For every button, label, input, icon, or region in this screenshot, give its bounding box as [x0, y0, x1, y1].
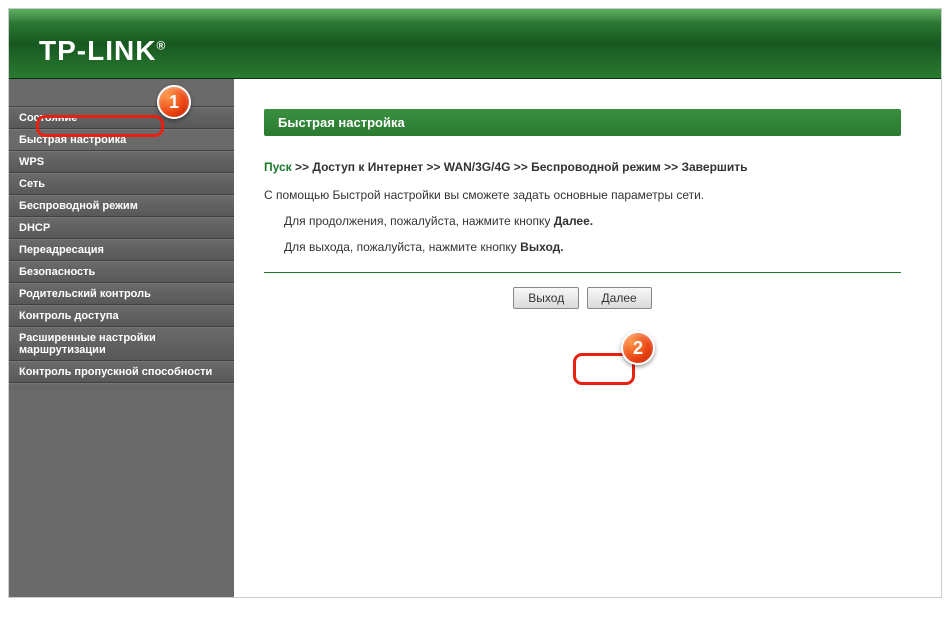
intro-text: С помощью Быстрой настройки вы сможете з… [264, 188, 901, 202]
breadcrumb: Пуск >> Доступ к Интернет >> WAN/3G/4G >… [264, 160, 901, 174]
sidebar-item-forwarding[interactable]: Переадресация [9, 239, 234, 261]
sidebar: Состояние Быстрая настройка WPS Сеть Бес… [9, 79, 234, 597]
sidebar-item-wireless[interactable]: Беспроводной режим [9, 195, 234, 217]
header: TP-LINK® [9, 9, 941, 79]
breadcrumb-step: Доступ к Интернет [312, 160, 423, 174]
exit-button[interactable]: Выход [513, 287, 579, 309]
sidebar-item-status[interactable]: Состояние [9, 107, 234, 129]
brand-logo: TP-LINK® [39, 35, 166, 67]
sidebar-item-parental-control[interactable]: Родительский контроль [9, 283, 234, 305]
sidebar-item-bandwidth-control[interactable]: Контроль пропускной способности [9, 361, 234, 383]
breadcrumb-step: WAN/3G/4G [444, 160, 511, 174]
breadcrumb-step: Завершить [681, 160, 747, 174]
breadcrumb-step: Беспроводной режим [531, 160, 661, 174]
button-row: Выход Далее [264, 287, 901, 309]
sidebar-filler [9, 389, 234, 597]
sidebar-item-dhcp[interactable]: DHCP [9, 217, 234, 239]
next-button[interactable]: Далее [587, 287, 652, 309]
divider [264, 272, 901, 273]
sidebar-item-network[interactable]: Сеть [9, 173, 234, 195]
page-title: Быстрая настройка [264, 109, 901, 136]
instruction-exit: Для выхода, пожалуйста, нажмите кнопку В… [284, 240, 901, 254]
sidebar-item-quick-setup[interactable]: Быстрая настройка [9, 129, 234, 151]
instruction-continue: Для продолжения, пожалуйста, нажмите кно… [284, 214, 901, 228]
header-accent [9, 9, 941, 21]
sidebar-item-wps[interactable]: WPS [9, 151, 234, 173]
breadcrumb-start[interactable]: Пуск [264, 160, 292, 174]
sidebar-item-security[interactable]: Безопасность [9, 261, 234, 283]
sidebar-spacer [9, 79, 234, 107]
sidebar-item-advanced-routing[interactable]: Расширенные настройки маршрутизации [9, 327, 234, 361]
main-panel: Быстрая настройка Пуск >> Доступ к Интер… [234, 79, 941, 597]
sidebar-item-access-control[interactable]: Контроль доступа [9, 305, 234, 327]
